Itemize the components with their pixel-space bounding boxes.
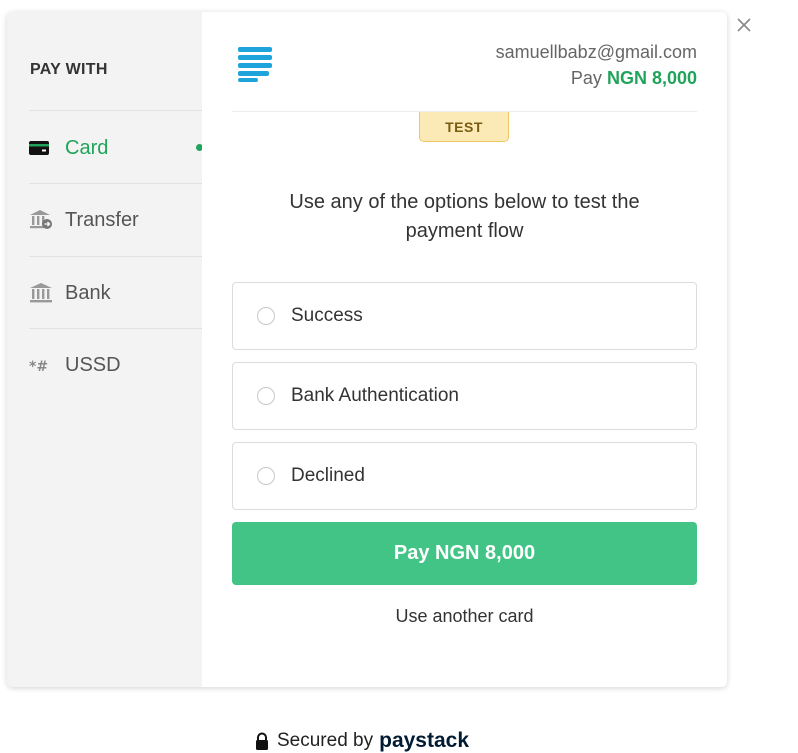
divider (29, 110, 202, 111)
divider (29, 328, 202, 329)
paystack-logo[interactable]: paystack (379, 729, 469, 753)
divider (29, 183, 202, 184)
option-label: Success (291, 305, 363, 326)
option-success[interactable]: Success (232, 282, 697, 350)
bank-transfer-icon (29, 208, 55, 232)
test-mode-badge: TEST (419, 112, 509, 142)
radio-button[interactable] (257, 467, 275, 485)
pay-amount: NGN 8,000 (606, 68, 697, 88)
ussd-icon: *# (29, 353, 55, 377)
option-label: Declined (291, 465, 365, 486)
divider (29, 256, 202, 257)
sidebar-item-card[interactable]: Card (29, 128, 202, 168)
test-instructions: Use any of the options below to test the… (289, 191, 640, 242)
payment-main-panel: samuellbabz@gmail.com Pay NGN 8,000 TEST… (202, 12, 727, 687)
pay-with-heading: PAY WITH (30, 61, 108, 78)
option-label: Bank Authentication (291, 385, 459, 406)
close-icon[interactable] (733, 14, 755, 36)
card-icon (29, 136, 55, 160)
sidebar-item-ussd[interactable]: *# USSD (29, 345, 202, 385)
merchant-logo (237, 47, 273, 83)
use-another-card-link[interactable]: Use another card (232, 606, 697, 627)
bank-icon (29, 281, 55, 305)
sidebar-item-label: Transfer (65, 208, 139, 231)
sidebar-item-label: USSD (65, 353, 121, 376)
lock-icon (255, 732, 269, 750)
pay-prefix: Pay (570, 68, 602, 88)
svg-text:*#: *# (29, 359, 48, 372)
sidebar-item-label: Bank (65, 281, 111, 304)
pay-amount-line: Pay NGN 8,000 (571, 68, 697, 89)
sidebar-item-transfer[interactable]: Transfer (29, 200, 202, 240)
radio-button[interactable] (257, 387, 275, 405)
secured-by-footer: Secured by paystack (255, 729, 469, 753)
payment-method-sidebar: PAY WITH Card Transfer Bank *# USSD (7, 12, 202, 687)
radio-button[interactable] (257, 307, 275, 325)
option-bank-authentication[interactable]: Bank Authentication (232, 362, 697, 430)
sidebar-item-bank[interactable]: Bank (29, 273, 202, 313)
payment-modal: PAY WITH Card Transfer Bank *# USSD samu… (7, 12, 727, 687)
sidebar-item-label: Card (65, 136, 109, 159)
pay-button[interactable]: Pay NGN 8,000 (232, 522, 697, 585)
option-declined[interactable]: Declined (232, 442, 697, 510)
customer-email: samuellbabz@gmail.com (495, 42, 697, 62)
secured-text: Secured by (277, 730, 374, 751)
